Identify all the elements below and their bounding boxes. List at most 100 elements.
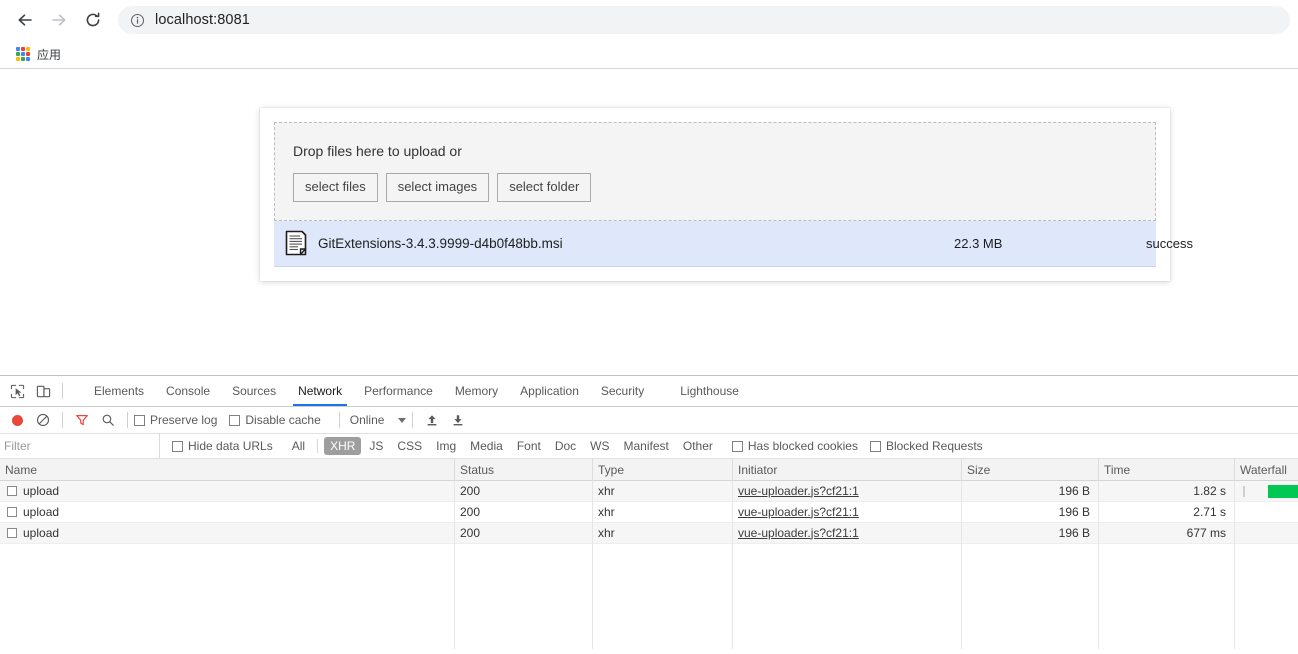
table-header-row: Name Status Type Initiator Size Time Wat… — [0, 458, 1298, 481]
tab-network[interactable]: Network — [287, 376, 353, 406]
filter-type-css[interactable]: CSS — [391, 437, 428, 455]
request-initiator-cell: vue-uploader.js?cf21:1 — [733, 501, 962, 523]
filter-toggle-button[interactable] — [69, 407, 95, 433]
browser-chrome: localhost:8081 应用 — [0, 0, 1298, 69]
filter-type-img[interactable]: Img — [430, 437, 462, 455]
request-checkbox-icon — [7, 486, 17, 496]
upload-arrow-icon — [428, 415, 437, 426]
column-header-waterfall[interactable]: Waterfall — [1235, 459, 1298, 481]
file-document-icon — [274, 230, 318, 256]
reload-icon — [86, 12, 100, 27]
export-har-button[interactable] — [445, 407, 471, 433]
table-row[interactable]: upload 200 xhr vue-uploader.js?cf21:1 19… — [0, 522, 1298, 544]
request-size: 196 B — [962, 501, 1099, 523]
initiator-link[interactable]: vue-uploader.js?cf21:1 — [738, 484, 859, 498]
select-images-button[interactable]: select images — [385, 173, 490, 202]
column-header-status[interactable]: Status — [455, 458, 593, 481]
dropzone[interactable]: Drop files here to upload or select file… — [274, 122, 1156, 221]
tab-elements[interactable]: Elements — [83, 376, 155, 406]
tab-console[interactable]: Console — [155, 376, 221, 406]
has-blocked-cookies-checkbox[interactable]: Has blocked cookies — [731, 439, 858, 453]
uploader-card: Drop files here to upload or select file… — [260, 108, 1193, 281]
import-har-button[interactable] — [419, 407, 445, 433]
search-button[interactable] — [95, 407, 121, 433]
table-row[interactable]: upload 200 xhr vue-uploader.js?cf21:1 19… — [0, 480, 1298, 502]
filter-type-other[interactable]: Other — [677, 437, 719, 455]
filter-divider — [317, 439, 319, 453]
column-header-time[interactable]: Time — [1099, 458, 1235, 481]
empty-time-col — [1099, 544, 1235, 649]
waterfall-tick — [1243, 485, 1245, 497]
filter-type-all[interactable]: All — [286, 437, 311, 455]
checkbox-box — [134, 414, 145, 426]
url-text: localhost:8081 — [155, 12, 250, 28]
forward-button[interactable] — [42, 3, 76, 37]
preserve-log-checkbox[interactable]: Preserve log — [134, 413, 217, 427]
toolbar-divider-2 — [62, 412, 63, 428]
request-status: 200 — [455, 501, 593, 523]
reload-button[interactable] — [76, 3, 110, 37]
site-info-icon[interactable] — [130, 13, 145, 28]
table-row[interactable]: upload 200 xhr vue-uploader.js?cf21:1 19… — [0, 501, 1298, 523]
inspect-cursor-icon — [10, 384, 24, 398]
checkbox-box — [172, 440, 183, 452]
bookmark-apps[interactable]: 应用 — [10, 43, 67, 66]
column-header-size[interactable]: Size — [962, 458, 1099, 481]
empty-initiator-col — [733, 544, 962, 649]
clear-circle-slash-icon — [36, 413, 50, 427]
filter-type-media[interactable]: Media — [464, 437, 509, 455]
address-bar[interactable]: localhost:8081 — [118, 6, 1290, 34]
preserve-log-label: Preserve log — [150, 413, 218, 427]
filter-type-font[interactable]: Font — [511, 437, 547, 455]
uploaded-file-row[interactable]: GitExtensions-3.4.3.9999-d4b0f48bb.msi 2… — [274, 220, 1193, 267]
hide-data-urls-checkbox[interactable]: Hide data URLs — [172, 439, 273, 453]
column-header-name[interactable]: Name — [0, 458, 455, 481]
tab-lighthouse[interactable]: Lighthouse — [669, 376, 750, 406]
tab-memory[interactable]: Memory — [444, 376, 509, 406]
filter-input[interactable] — [0, 434, 160, 458]
filter-type-manifest[interactable]: Manifest — [618, 437, 675, 455]
request-time: 1.82 s — [1099, 480, 1235, 502]
blocked-requests-label: Blocked Requests — [885, 439, 983, 453]
disable-cache-label: Disable cache — [245, 413, 321, 427]
request-waterfall — [1235, 502, 1298, 523]
has-blocked-cookies-label: Has blocked cookies — [747, 439, 858, 453]
devtools-tabbar: Elements Console Sources Network Perform… — [0, 376, 1298, 407]
empty-waterfall-col — [1235, 544, 1298, 649]
request-name-cell: upload — [0, 501, 455, 523]
back-arrow-icon — [18, 14, 32, 26]
column-header-type[interactable]: Type — [593, 458, 733, 481]
tab-application[interactable]: Application — [509, 376, 590, 406]
select-folder-button[interactable]: select folder — [497, 173, 592, 202]
browser-nav-row: localhost:8081 — [0, 0, 1298, 40]
hide-data-urls-label: Hide data URLs — [188, 439, 273, 453]
select-files-button[interactable]: select files — [293, 173, 378, 202]
disable-cache-checkbox[interactable]: Disable cache — [229, 413, 321, 427]
toggle-device-toolbar-button[interactable] — [30, 378, 56, 404]
request-time: 2.71 s — [1099, 501, 1235, 523]
back-button[interactable] — [8, 3, 42, 37]
tab-sources[interactable]: Sources — [221, 376, 287, 406]
table-empty-area — [0, 544, 1298, 649]
filter-type-xhr[interactable]: XHR — [324, 437, 362, 455]
initiator-link[interactable]: vue-uploader.js?cf21:1 — [738, 526, 859, 540]
filter-type-ws[interactable]: WS — [584, 437, 615, 455]
file-name: GitExtensions-3.4.3.9999-d4b0f48bb.msi — [318, 235, 563, 251]
clear-button[interactable] — [30, 407, 56, 433]
inspect-element-button[interactable] — [4, 378, 30, 404]
info-circle-icon — [130, 13, 145, 27]
request-checkbox-icon — [7, 507, 17, 517]
blocked-requests-checkbox[interactable]: Blocked Requests — [869, 439, 983, 453]
network-filterbar: Hide data URLs All XHR JS CSS Img Media … — [0, 434, 1298, 459]
initiator-link[interactable]: vue-uploader.js?cf21:1 — [738, 505, 859, 519]
throttling-dropdown[interactable]: Online — [350, 413, 407, 427]
devtools-panel: Elements Console Sources Network Perform… — [0, 375, 1298, 654]
tab-security[interactable]: Security — [590, 376, 655, 406]
filter-type-js[interactable]: JS — [363, 437, 389, 455]
column-header-initiator[interactable]: Initiator — [733, 458, 962, 481]
tab-performance[interactable]: Performance — [353, 376, 444, 406]
request-waterfall — [1235, 523, 1298, 544]
network-toolbar: Preserve log Disable cache Online — [0, 407, 1298, 434]
filter-type-doc[interactable]: Doc — [549, 437, 582, 455]
record-button[interactable] — [12, 414, 23, 426]
